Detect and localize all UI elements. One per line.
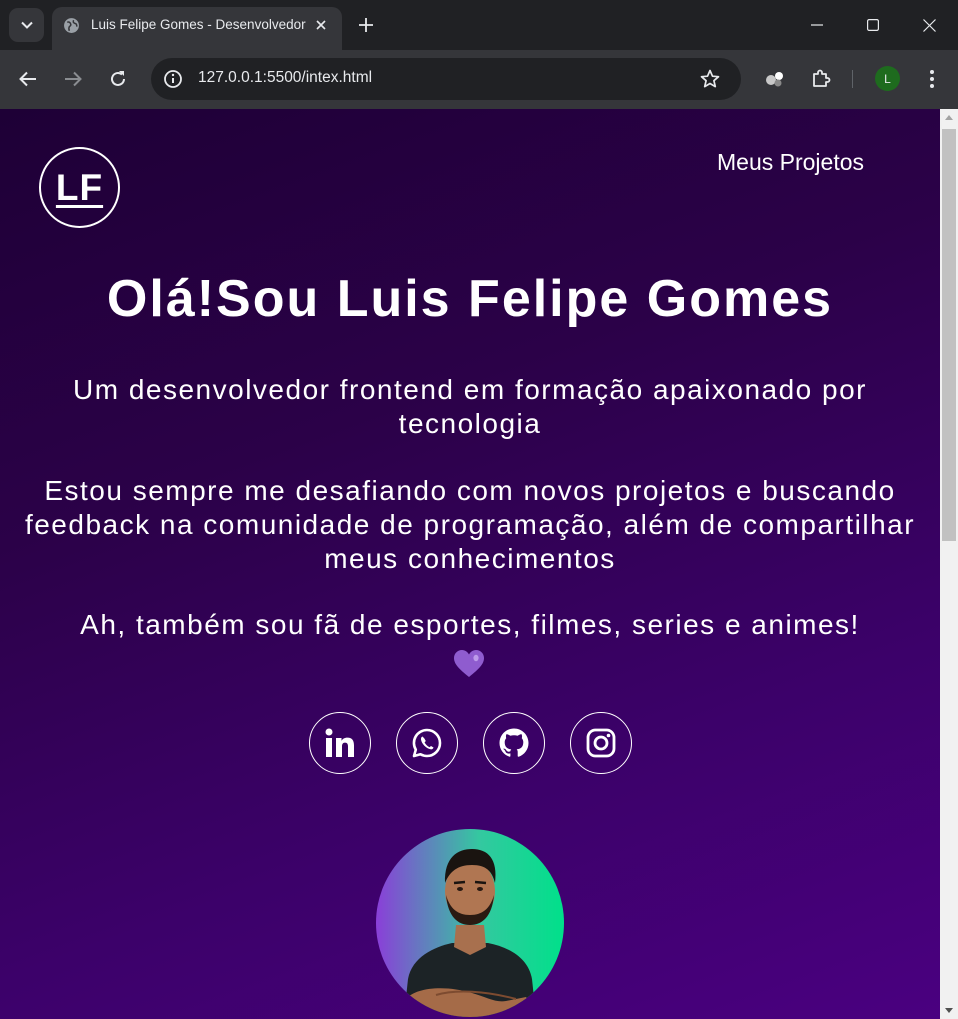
close-icon <box>922 18 936 32</box>
globe-icon <box>64 18 79 33</box>
more-vert-icon <box>930 70 934 88</box>
nav-link-projects[interactable]: Meus Projetos <box>717 149 864 176</box>
forward-button[interactable] <box>60 66 86 92</box>
puzzle-icon <box>813 69 831 87</box>
github-link[interactable] <box>482 712 545 774</box>
reload-icon <box>111 71 125 86</box>
new-tab-button[interactable] <box>355 14 377 36</box>
triangle-up-icon <box>945 115 953 120</box>
profile-photo <box>376 829 564 1017</box>
reload-button[interactable] <box>105 66 131 92</box>
purple-heart-icon <box>454 650 484 677</box>
menu-button[interactable] <box>919 66 945 92</box>
extensions-menu-button[interactable] <box>808 66 834 92</box>
active-tab[interactable]: Luis Felipe Gomes - Desenvolvedor <box>52 7 342 50</box>
about-paragraph: Estou sempre me desafiando com novos pro… <box>24 475 916 574</box>
person-photo <box>404 849 536 1017</box>
star-icon <box>700 69 720 88</box>
browser-toolbar: 127.0.0.1:5500/intex.html L <box>0 50 958 109</box>
chevron-down-icon <box>20 21 33 29</box>
info-icon <box>164 70 182 88</box>
logo-text: LF <box>55 166 104 208</box>
scrollbar-thumb[interactable] <box>942 129 956 541</box>
back-button[interactable] <box>15 66 41 92</box>
minimize-icon <box>811 24 823 26</box>
intro-paragraph: Um desenvolvedor frontend em formação ap… <box>73 374 867 439</box>
tab-title: Luis Felipe Gomes - Desenvolvedor <box>91 17 306 32</box>
scroll-down-button[interactable] <box>940 1002 958 1019</box>
toolbar-divider <box>852 70 853 88</box>
vertical-scrollbar[interactable] <box>940 109 958 1019</box>
maximize-icon <box>867 19 879 31</box>
hobbies-paragraph: Ah, também sou fã de esportes, filmes, s… <box>80 609 860 640</box>
scroll-up-button[interactable] <box>940 109 958 126</box>
site-logo[interactable]: LF <box>39 147 120 228</box>
linkedin-icon <box>325 728 354 757</box>
linkedin-link[interactable] <box>308 712 371 774</box>
whatsapp-link[interactable] <box>395 712 458 774</box>
close-icon <box>316 20 326 30</box>
triangle-down-icon <box>945 1008 953 1013</box>
close-tab-button[interactable] <box>312 16 330 34</box>
extension-orb-icon <box>766 72 783 87</box>
instagram-link[interactable] <box>569 712 632 774</box>
site-info-button[interactable] <box>161 67 185 91</box>
social-links <box>0 712 940 774</box>
address-bar[interactable]: 127.0.0.1:5500/intex.html <box>151 58 741 100</box>
minimize-button[interactable] <box>790 0 844 50</box>
tab-strip: Luis Felipe Gomes - Desenvolvedor <box>0 0 958 50</box>
bookmark-button[interactable] <box>698 67 722 91</box>
github-icon <box>499 728 528 757</box>
url-text[interactable]: 127.0.0.1:5500/intex.html <box>198 69 372 87</box>
whatsapp-icon <box>412 728 441 758</box>
arrow-right-icon <box>65 71 82 87</box>
hero-title: Olá!Sou Luis Felipe Gomes <box>106 270 834 328</box>
page-viewport: LF Meus Projetos Olá!Sou Luis Felipe Gom… <box>0 109 940 1019</box>
profile-avatar[interactable]: L <box>875 66 900 91</box>
arrow-left-icon <box>19 71 36 87</box>
instagram-icon <box>586 728 615 758</box>
close-window-button[interactable] <box>902 0 956 50</box>
tab-search-button[interactable] <box>9 8 44 42</box>
maximize-button[interactable] <box>846 0 900 50</box>
plus-icon <box>359 18 373 32</box>
extension-button[interactable] <box>762 66 788 92</box>
